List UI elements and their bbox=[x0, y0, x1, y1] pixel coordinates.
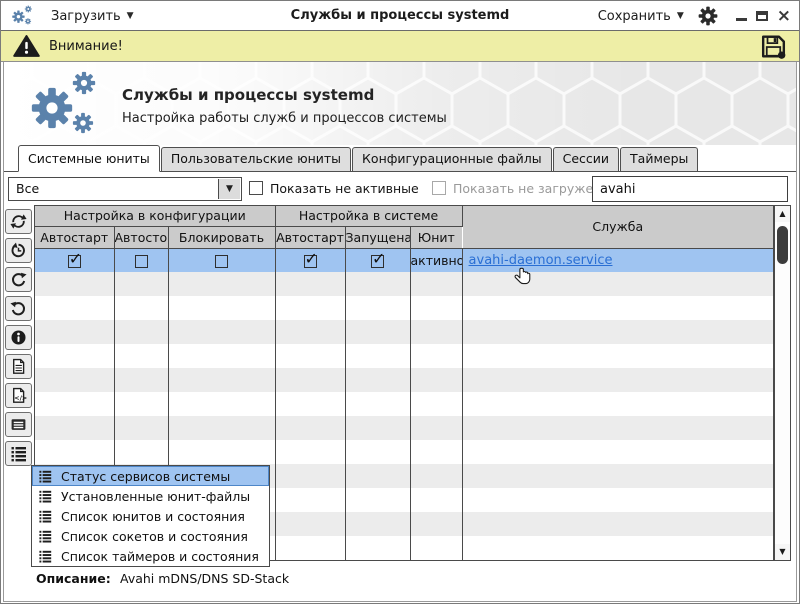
redo-icon[interactable] bbox=[5, 267, 32, 292]
column-header-running: Запущена bbox=[345, 226, 410, 248]
search-input[interactable] bbox=[592, 176, 788, 202]
settings-gear-icon[interactable] bbox=[698, 6, 718, 26]
autostop-checkbox[interactable] bbox=[135, 255, 148, 268]
menu-list-icon bbox=[39, 470, 52, 483]
undo-icon[interactable] bbox=[5, 296, 32, 321]
vertical-scrollbar[interactable]: ▲ ▼ bbox=[774, 205, 791, 561]
app-gears-icon bbox=[11, 5, 37, 27]
table-row-empty[interactable] bbox=[35, 320, 773, 344]
running-checkbox[interactable] bbox=[371, 255, 384, 268]
show-unloaded-checkbox[interactable] bbox=[432, 181, 446, 195]
title-bar: Службы и процессы systemd Загрузить ▼ Со… bbox=[1, 1, 799, 31]
column-header-autostart-system: Автостарт bbox=[275, 226, 345, 248]
table-row-selected[interactable]: активно avahi-daemon.service bbox=[35, 248, 773, 272]
tab-user-units[interactable]: Пользовательские юниты bbox=[161, 147, 351, 171]
table-row-empty[interactable] bbox=[35, 392, 773, 416]
save-menu-button[interactable]: Сохранить ▼ bbox=[598, 9, 684, 24]
show-inactive-checkbox[interactable] bbox=[249, 181, 263, 195]
table-row-empty[interactable] bbox=[35, 368, 773, 392]
unit-type-combobox[interactable]: Все ▼ bbox=[8, 177, 242, 201]
app-window: Службы и процессы systemd Загрузить ▼ Со… bbox=[0, 0, 800, 604]
table-row-empty[interactable] bbox=[35, 272, 773, 296]
tab-bar: Системные юниты Пользовательские юниты К… bbox=[4, 145, 796, 172]
caret-down-icon: ▼ bbox=[677, 12, 684, 21]
column-header-autostart-config: Автостарт bbox=[35, 226, 114, 248]
side-toolbar: </> bbox=[5, 209, 33, 466]
refresh-icon[interactable] bbox=[5, 209, 32, 234]
unit-state: активно bbox=[410, 248, 462, 272]
table-row-empty[interactable] bbox=[35, 440, 773, 464]
list-view-icon[interactable] bbox=[5, 412, 32, 437]
warning-bar: Внимание! bbox=[1, 31, 799, 62]
menu-item-timers-list[interactable]: Список таймеров и состояния bbox=[32, 546, 269, 566]
column-header-service: Служба bbox=[462, 206, 773, 248]
status-dropdown-menu: Статус сервисов системы Установленные юн… bbox=[31, 465, 270, 567]
menu-item-units-list[interactable]: Список юнитов и состояния bbox=[32, 506, 269, 526]
scroll-up-icon[interactable]: ▲ bbox=[775, 206, 790, 222]
close-icon[interactable]: × bbox=[777, 8, 791, 25]
block-checkbox[interactable] bbox=[215, 255, 228, 268]
warning-icon bbox=[13, 34, 40, 58]
menu-list-icon bbox=[39, 510, 52, 523]
hand-cursor-icon bbox=[512, 266, 534, 292]
save-menu-label: Сохранить bbox=[598, 9, 671, 24]
save-floppy-icon[interactable] bbox=[760, 34, 787, 63]
autostart-config-checkbox[interactable] bbox=[68, 255, 81, 268]
tab-sessions[interactable]: Сессии bbox=[553, 147, 619, 171]
group-header-config: Настройка в конфигурации bbox=[35, 206, 275, 226]
load-menu-label: Загрузить bbox=[51, 9, 121, 24]
maximize-icon[interactable] bbox=[756, 11, 768, 21]
menu-item-sockets-list[interactable]: Список сокетов и состояния bbox=[32, 526, 269, 546]
warning-text: Внимание! bbox=[49, 39, 123, 54]
show-inactive-label: Показать не активные bbox=[270, 181, 419, 196]
description-value: Avahi mDNS/DNS SD-Stack bbox=[120, 571, 289, 586]
table-row-empty[interactable] bbox=[35, 416, 773, 440]
document-code-icon[interactable]: </> bbox=[5, 383, 32, 408]
document-icon[interactable] bbox=[5, 354, 32, 379]
scrollbar-thumb[interactable] bbox=[777, 226, 788, 264]
menu-item-installed-unit-files[interactable]: Установленные юнит-файлы bbox=[32, 486, 269, 506]
autostart-system-checkbox[interactable] bbox=[304, 255, 317, 268]
column-header-block: Блокировать bbox=[168, 226, 275, 248]
tab-config-files[interactable]: Конфигурационные файлы bbox=[352, 147, 552, 171]
info-icon[interactable] bbox=[5, 325, 32, 350]
menu-item-service-status[interactable]: Статус сервисов системы bbox=[32, 466, 269, 486]
dropdown-arrow-icon[interactable]: ▼ bbox=[218, 179, 240, 199]
column-header-unit: Юнит bbox=[410, 226, 462, 248]
tab-timers[interactable]: Таймеры bbox=[620, 147, 698, 171]
group-header-system: Настройка в системе bbox=[275, 206, 462, 226]
header-title: Службы и процессы systemd bbox=[122, 86, 374, 104]
table-group-header-row: Настройка в конфигурации Настройка в сис… bbox=[35, 206, 773, 226]
table-row-empty[interactable] bbox=[35, 344, 773, 368]
unit-type-value: Все bbox=[16, 181, 39, 196]
menu-list-icon bbox=[39, 490, 52, 503]
header-subtitle: Настройка работы служб и процессов систе… bbox=[122, 111, 447, 126]
load-menu-button[interactable]: Загрузить ▼ bbox=[51, 9, 134, 24]
app-header: Службы и процессы systemd Настройка рабо… bbox=[4, 62, 796, 145]
minimize-icon[interactable] bbox=[736, 18, 747, 21]
tab-system-units[interactable]: Системные юниты bbox=[18, 145, 160, 172]
service-link[interactable]: avahi-daemon.service bbox=[469, 253, 613, 268]
column-header-autostop: Автостоп bbox=[114, 226, 168, 248]
table-row-empty[interactable] bbox=[35, 296, 773, 320]
description-label: Описание: bbox=[36, 571, 111, 586]
status-menu-icon[interactable] bbox=[5, 441, 32, 466]
gears-logo-icon bbox=[26, 70, 110, 138]
caret-down-icon: ▼ bbox=[127, 12, 134, 21]
history-icon[interactable] bbox=[5, 238, 32, 263]
scroll-down-icon[interactable]: ▼ bbox=[775, 544, 790, 560]
menu-list-icon bbox=[39, 530, 52, 543]
menu-list-icon bbox=[39, 550, 52, 563]
svg-text:</>: </> bbox=[14, 394, 27, 402]
